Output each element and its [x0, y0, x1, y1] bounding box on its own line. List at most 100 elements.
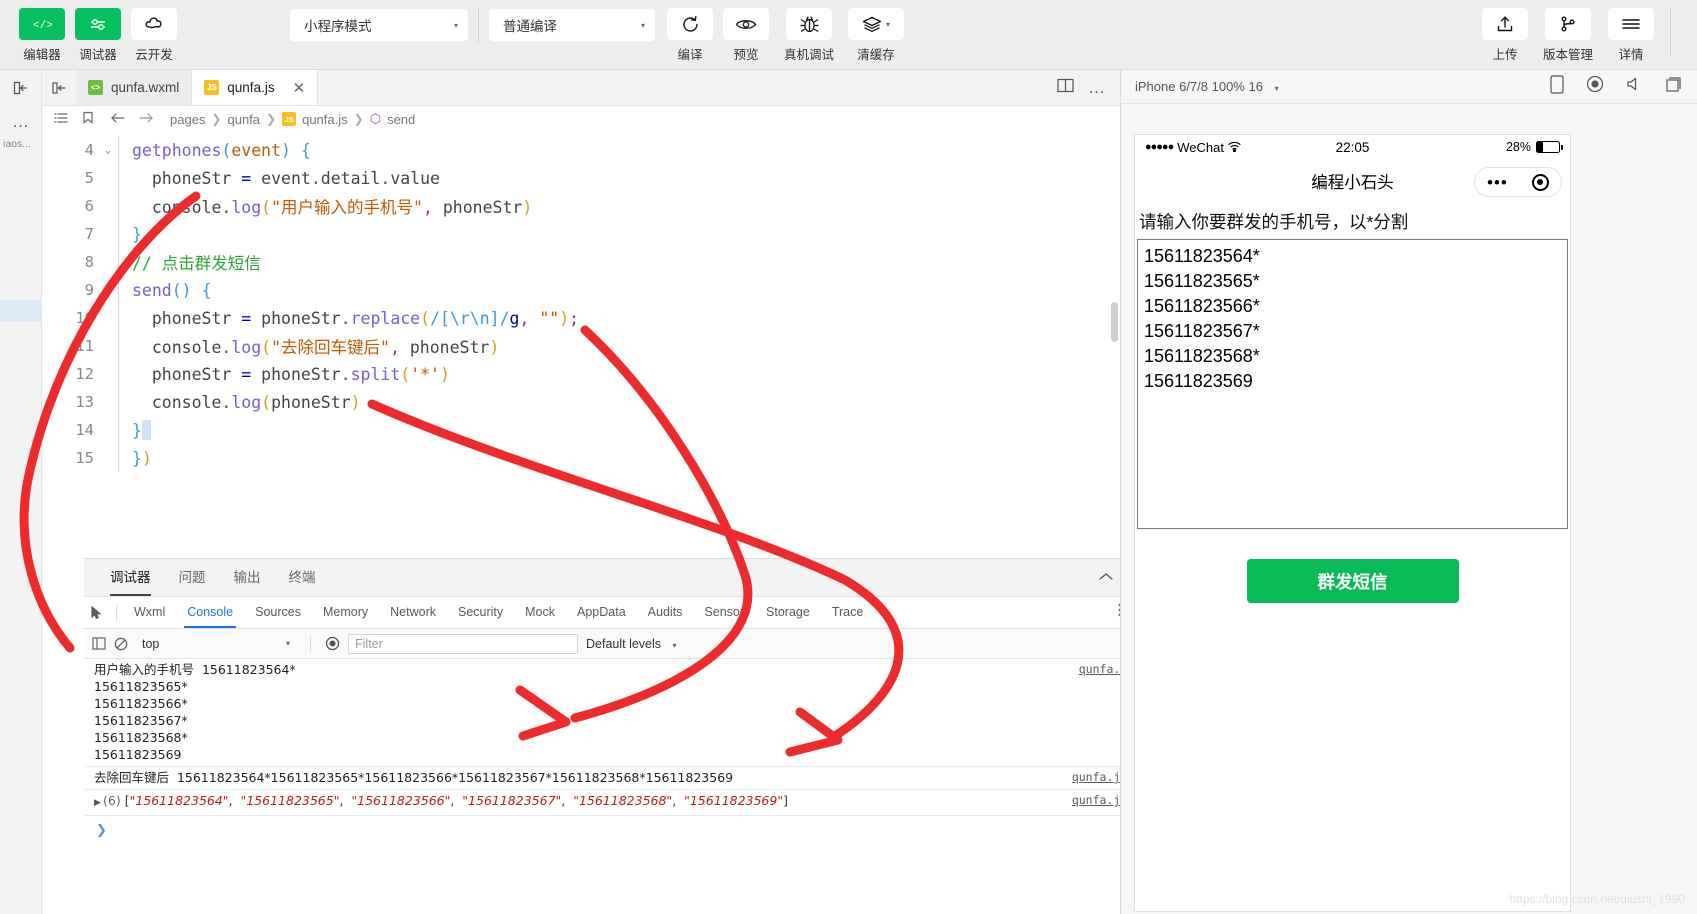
toolbar-item-preview[interactable]: 预览 — [718, 8, 774, 63]
console-prompt[interactable]: ❯ — [84, 816, 1162, 838]
console-entry[interactable]: 用户输入的手机号 15611823564* 15611823565* 1561182… — [84, 659, 1162, 767]
code-line[interactable]: 6 console.log("用户输入的手机号", phoneStr) — [42, 192, 1120, 220]
mode-select[interactable]: 小程序模式 ▾ — [290, 9, 468, 41]
breadcrumb-segment-qunfa[interactable]: qunfa — [227, 112, 260, 127]
fold-toggle-icon[interactable]: ⌄ — [100, 285, 116, 296]
volume-icon[interactable] — [1626, 76, 1644, 97]
send-sms-button[interactable]: 群发短信 — [1246, 559, 1459, 603]
code-line[interactable]: 10 phoneStr = phoneStr.replace(/[\r\n]/g… — [42, 304, 1120, 332]
debugger-icon[interactable] — [75, 8, 121, 40]
devtools-subtab-memory[interactable]: Memory — [312, 597, 379, 628]
devtools-subtab-audits[interactable]: Audits — [637, 597, 694, 628]
rotate-device-icon[interactable] — [1550, 74, 1564, 99]
arrow-right-icon[interactable] — [138, 112, 154, 127]
textarea-line: 15611823566* — [1144, 296, 1260, 316]
git-branch-icon[interactable] — [1545, 8, 1591, 40]
code-line[interactable]: 15}) — [42, 444, 1120, 472]
compile-mode-select[interactable]: 普通编译 ▾ — [489, 9, 655, 41]
devtools-panel-tab[interactable]: 输出 — [220, 559, 275, 596]
code-line[interactable]: 5 phoneStr = event.detail.value — [42, 164, 1120, 192]
console-context-select[interactable]: top ▾ — [136, 637, 296, 651]
toolbar-item-upload[interactable]: 上传 — [1477, 8, 1533, 63]
toolbar-item-clearcache[interactable]: ▾ 清缓存 — [844, 8, 908, 63]
toolbar-item-compile[interactable]: 编译 — [662, 8, 718, 63]
panel-toggle-icon[interactable] — [0, 80, 42, 100]
live-expression-icon[interactable] — [325, 636, 340, 651]
chevron-down-icon: ▾ — [453, 20, 458, 30]
capsule-menu-icon[interactable]: ••• — [1487, 174, 1508, 191]
close-icon[interactable]: ✕ — [293, 79, 306, 97]
console-entry[interactable]: ▶ (6) ["15611823564", "15611823565", "156… — [84, 790, 1162, 816]
wechat-capsule[interactable]: ••• — [1474, 167, 1562, 197]
devtools-panel-tab[interactable]: 问题 — [165, 559, 220, 596]
devtools-panel-tab[interactable]: 调试器 — [96, 559, 165, 596]
breadcrumb-segment-method[interactable]: send — [387, 112, 415, 127]
console-entry[interactable]: 去除回车键后 15611823564*15611823565*156118235… — [84, 767, 1162, 790]
console-sidebar-icon[interactable] — [92, 637, 106, 650]
ellipsis-icon[interactable]: … — [0, 112, 42, 132]
toolbar-item-editor[interactable]: </> 编辑器 — [14, 8, 70, 63]
devtools-subtab-wxml[interactable]: Wxml — [123, 597, 176, 628]
outline-icon[interactable] — [54, 112, 68, 127]
console-line: 15611823568* — [94, 729, 1162, 746]
devtools-subtab-mock[interactable]: Mock — [514, 597, 566, 628]
eye-icon[interactable] — [723, 8, 769, 40]
toolbar-item-debugger[interactable]: 调试器 — [70, 8, 126, 63]
arrow-left-icon[interactable] — [110, 112, 126, 127]
devtools-subtab-network[interactable]: Network — [379, 597, 447, 628]
devtools-subtab-sensor[interactable]: Sensor — [693, 597, 755, 628]
filter-divider — [310, 635, 311, 652]
devtools-panel-tab[interactable]: 终端 — [275, 559, 330, 596]
upload-icon[interactable] — [1482, 8, 1528, 40]
carrier-label: WeChat — [1177, 139, 1224, 155]
inspect-element-icon[interactable] — [84, 605, 110, 620]
toolbar-item-details[interactable]: 详情 — [1603, 8, 1659, 63]
console-log-value: 15611823568* — [94, 730, 188, 745]
record-icon[interactable] — [1586, 75, 1604, 98]
code-line[interactable]: 4 ⌄ getphones(event) { — [42, 136, 1120, 164]
bug-icon[interactable] — [786, 8, 832, 40]
expand-triangle-icon[interactable]: ▶ — [94, 795, 103, 812]
file-tab-qunfa-js[interactable]: JS qunfa.js ✕ — [192, 70, 319, 105]
target-icon[interactable] — [1531, 173, 1549, 191]
device-select[interactable]: iPhone 6/7/8 100% 16 ▾ — [1135, 79, 1279, 94]
devtools-subtab-trace[interactable]: Trace — [821, 597, 875, 628]
breadcrumb-segment-pages[interactable]: pages — [170, 112, 205, 127]
collapse-icon[interactable] — [1098, 570, 1114, 586]
code-line[interactable]: 12 phoneStr = phoneStr.split('*') — [42, 360, 1120, 388]
more-actions-icon[interactable]: … — [1088, 79, 1106, 96]
toolbar-item-realdevice[interactable]: 真机调试 — [774, 8, 844, 63]
code-line[interactable]: 13 console.log(phoneStr) — [42, 388, 1120, 416]
phone-number-textarea[interactable]: 15611823564* 15611823565* 15611823566* 1561… — [1137, 239, 1568, 529]
line-number: 6 — [84, 197, 94, 215]
clear-console-icon[interactable] — [114, 637, 128, 651]
code-line[interactable]: 7}, — [42, 220, 1120, 248]
editor-scrollbar[interactable] — [1111, 302, 1118, 342]
console-filter-input[interactable] — [348, 633, 578, 654]
devtools-subtab-appdata[interactable]: AppData — [566, 597, 637, 628]
code-line[interactable]: 14} — [42, 416, 1120, 444]
refresh-icon[interactable] — [667, 8, 713, 40]
toolbar-item-cloud[interactable]: 云开发 — [126, 8, 182, 63]
breadcrumb-segment-file[interactable]: qunfa.js — [302, 112, 348, 127]
cloud-icon[interactable] — [131, 8, 177, 40]
code-icon[interactable]: </> — [19, 8, 65, 40]
bookmark-icon[interactable] — [82, 111, 94, 127]
code-line[interactable]: 9 ⌄ send() { — [42, 276, 1120, 304]
devtools-subtab-console[interactable]: Console — [176, 597, 244, 628]
devtools-subtab-sources[interactable]: Sources — [244, 597, 312, 628]
screenshot-icon[interactable] — [1666, 76, 1683, 97]
file-tab-qunfa-wxml[interactable]: <> qunfa.wxml — [76, 70, 193, 105]
code-line[interactable]: 8 // 点击群发短信 — [42, 248, 1120, 276]
hamburger-icon[interactable] — [1608, 8, 1654, 40]
code-line[interactable]: 11 console.log("去除回车键后", phoneStr) — [42, 332, 1120, 360]
tab-collapse-icon[interactable] — [42, 70, 76, 105]
devtools-subtab-storage[interactable]: Storage — [755, 597, 821, 628]
fold-toggle-icon[interactable]: ⌄ — [100, 145, 116, 156]
console-levels-select[interactable]: Default levels ▾ — [586, 637, 677, 651]
split-editor-icon[interactable] — [1057, 78, 1074, 98]
code-editor[interactable]: 4 ⌄ getphones(event) {5 phoneStr = event.d… — [42, 132, 1120, 498]
layers-icon[interactable]: ▾ — [848, 8, 904, 40]
devtools-subtab-security[interactable]: Security — [447, 597, 514, 628]
toolbar-item-version[interactable]: 版本管理 — [1533, 8, 1603, 63]
